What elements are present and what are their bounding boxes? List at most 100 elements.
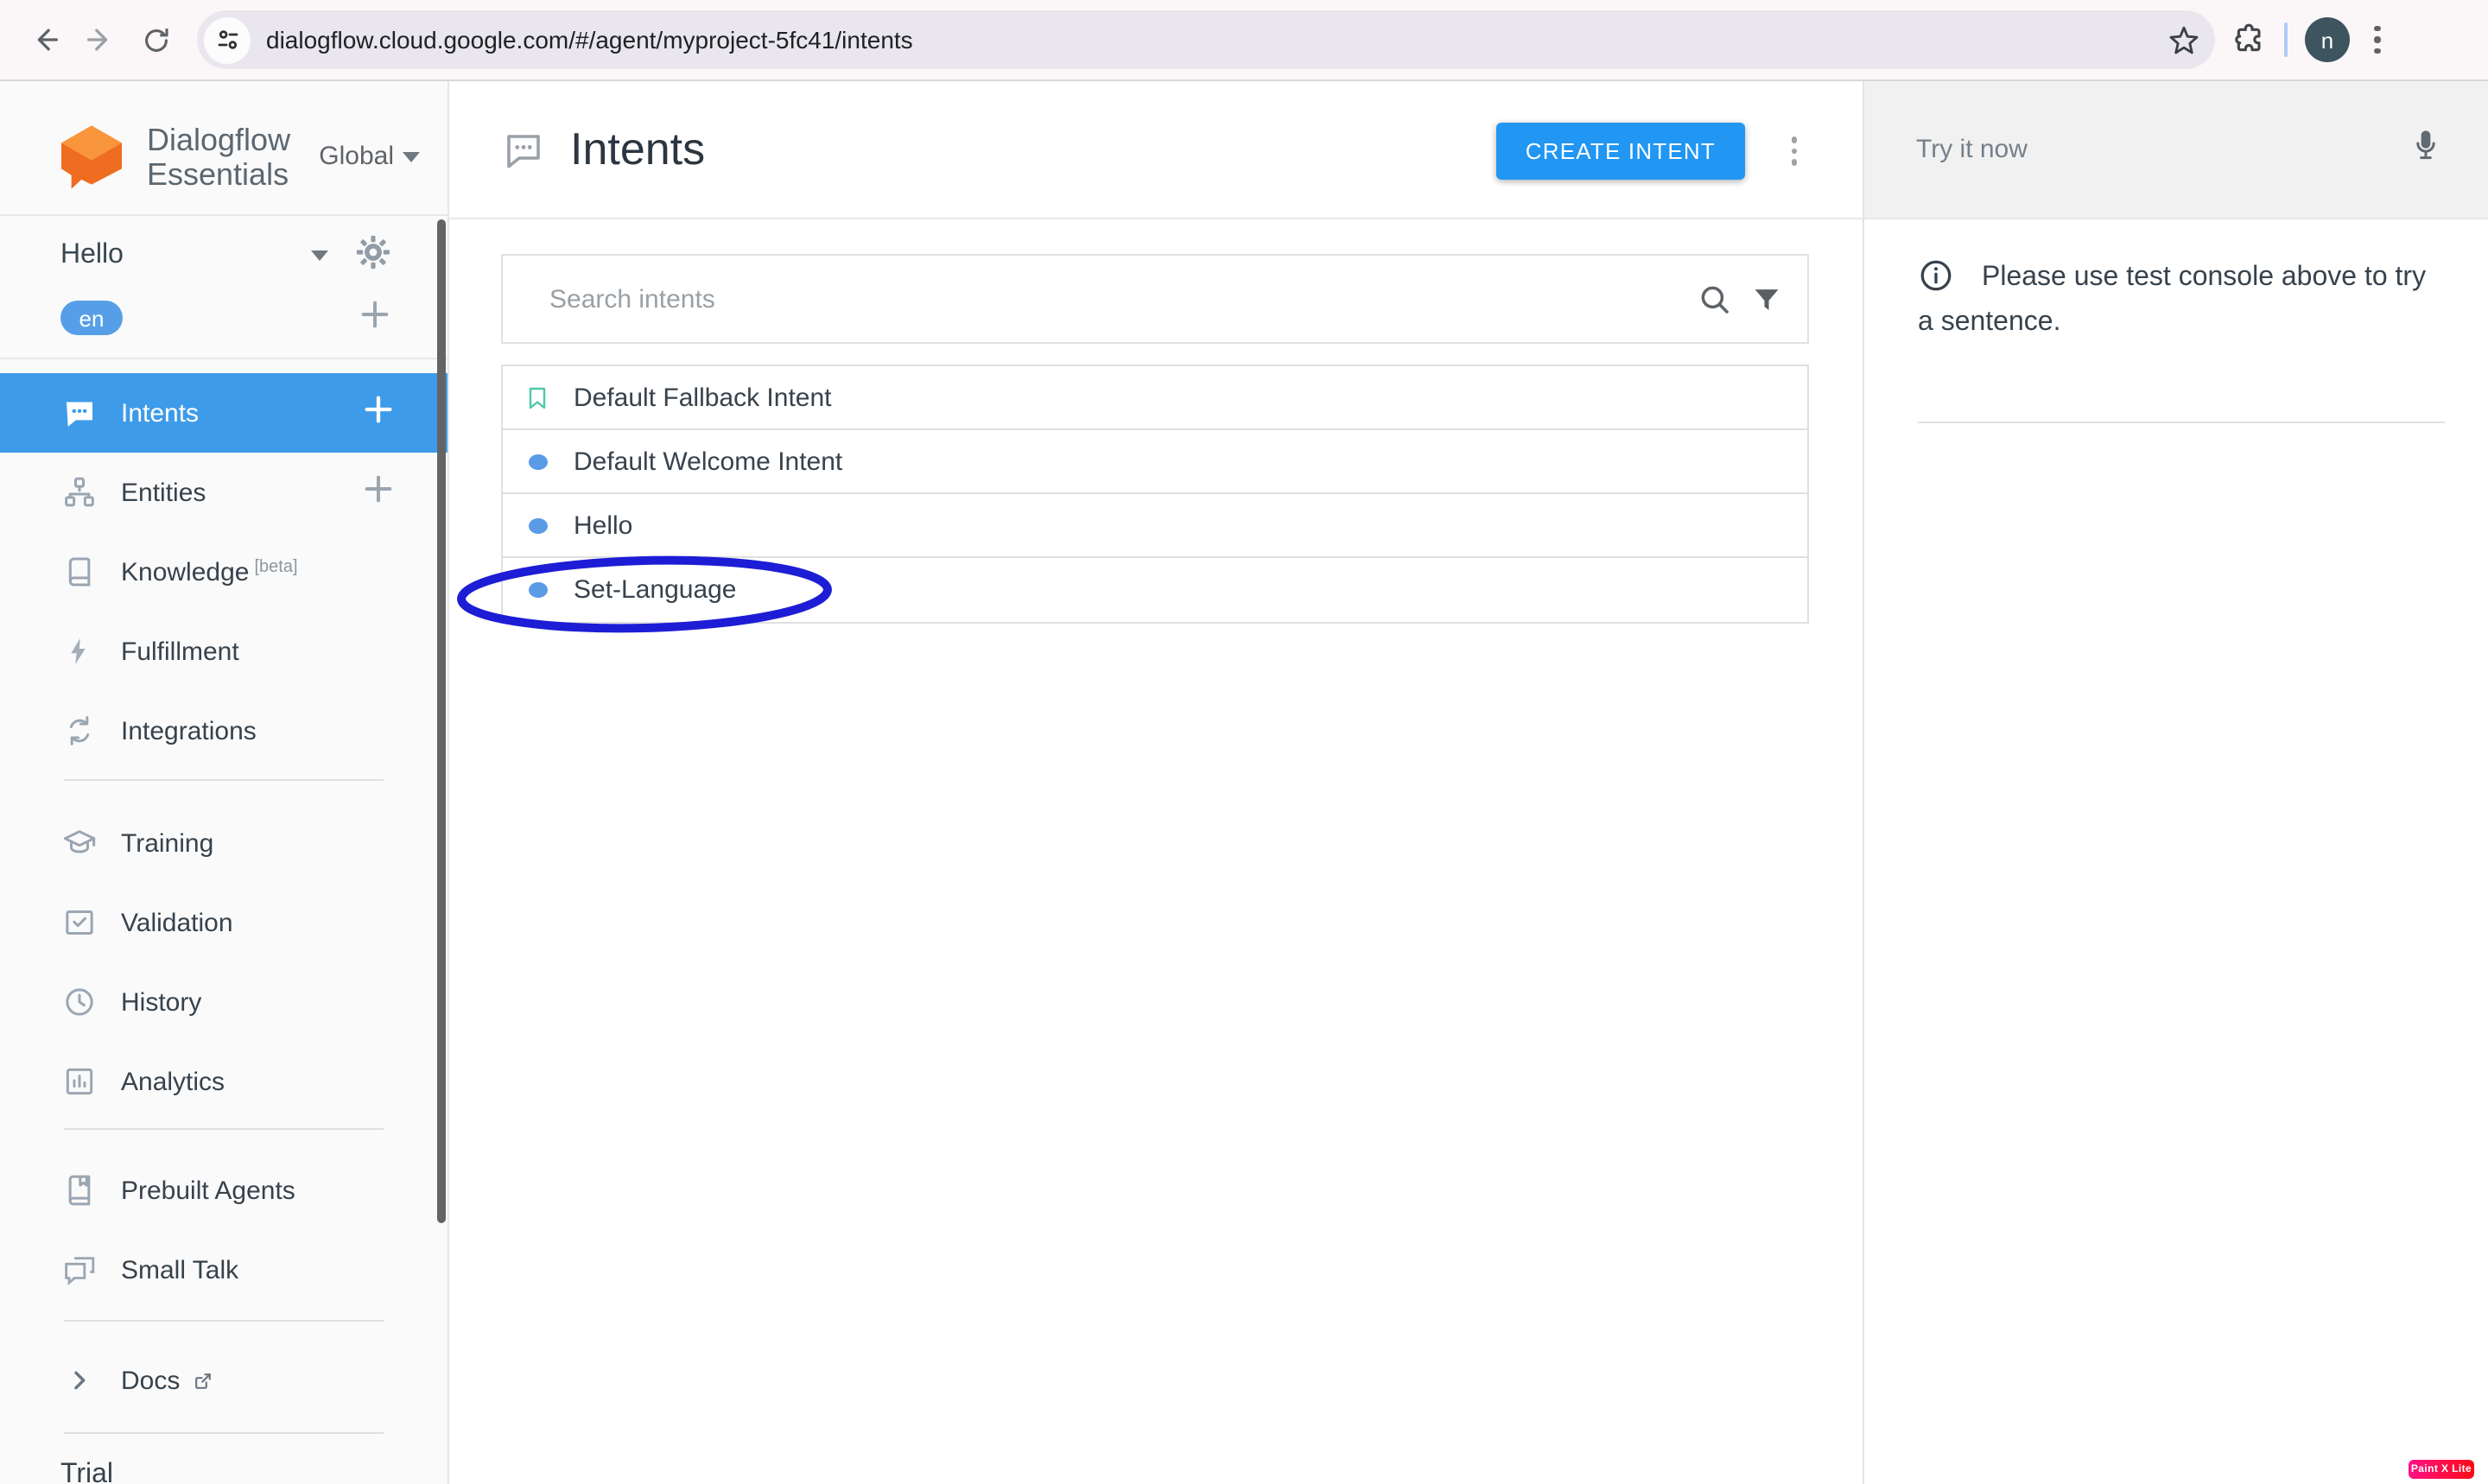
brand-name: Dialogflow Essentials [147, 122, 290, 191]
extensions-puzzle-icon [2232, 22, 2267, 57]
star-icon [2167, 22, 2201, 57]
sidebar-item-entities[interactable]: Entities [0, 453, 447, 532]
test-console-header: Try it now [1864, 81, 2488, 219]
try-it-now-input[interactable]: Try it now [1916, 135, 2028, 164]
sidebar-divider [64, 1432, 384, 1434]
reload-button[interactable] [128, 12, 183, 67]
main-content: Intents CREATE INTENT [449, 81, 1863, 1484]
intent-row[interactable]: Default Fallback Intent [503, 366, 1807, 430]
upgrade-link[interactable]: Upgrade [286, 1481, 385, 1484]
sidebar-item-history[interactable]: History [0, 962, 447, 1042]
forward-arrow-icon [83, 22, 117, 57]
page-title: Intents [570, 123, 705, 176]
sidebar-item-prebuilt-agents[interactable]: Prebuilt Agents [0, 1151, 447, 1230]
microphone-button[interactable] [2409, 124, 2443, 174]
history-clock-icon [62, 985, 97, 1019]
analytics-chart-icon [62, 1064, 97, 1099]
sidebar-item-integrations[interactable]: Integrations [0, 691, 447, 771]
info-message-text: Please use test console above to try a s… [1918, 263, 2426, 337]
entities-hierarchy-icon [62, 475, 97, 510]
beta-tag: [beta] [254, 557, 297, 576]
sidebar-item-analytics[interactable]: Analytics [0, 1042, 447, 1121]
chevron-right-icon [62, 1363, 97, 1398]
paint-x-lite-watermark: Paint X Lite [2409, 1460, 2474, 1479]
bookmark-star-button[interactable] [2167, 22, 2201, 57]
training-cap-icon [62, 826, 97, 860]
sidebar-header: Dialogflow Essentials Global [0, 81, 447, 216]
intent-name: Default Welcome Intent [574, 447, 842, 476]
add-entity-button[interactable] [361, 472, 396, 513]
sidebar-item-knowledge[interactable]: Knowledge[beta] [0, 532, 447, 612]
plan-footer: Trial Free Upgrade [0, 1443, 447, 1484]
search-icon [1697, 281, 1733, 317]
dialogflow-logo-icon [57, 122, 126, 191]
sidebar-item-intents[interactable]: Intents [0, 373, 447, 453]
sidebar-item-label: Training [121, 828, 213, 858]
agent-block: Hello [0, 216, 447, 359]
intents-body: Default Fallback Intent Default Welcome … [449, 219, 1863, 1484]
region-selector[interactable]: Global [319, 142, 420, 171]
sidebar-item-training[interactable]: Training [0, 803, 447, 883]
main-header: Intents CREATE INTENT [449, 81, 1863, 219]
address-bar[interactable]: dialogflow.cloud.google.com/#/agent/mypr… [197, 10, 2215, 69]
sidebar-item-validation[interactable]: Validation [0, 883, 447, 962]
sidebar-item-label: Intents [121, 398, 199, 428]
sidebar-item-label: Fulfillment [121, 637, 239, 666]
sidebar-divider [64, 1128, 384, 1130]
test-console-panel: Try it now Please use test console above… [1863, 81, 2488, 1484]
brand-line2: Essentials [147, 156, 290, 191]
url-text[interactable]: dialogflow.cloud.google.com/#/agent/mypr… [266, 26, 2167, 54]
intent-name: Default Fallback Intent [574, 383, 832, 412]
toolbar-right-cluster: n [2232, 17, 2387, 62]
intent-dot-icon [528, 453, 547, 469]
profile-avatar[interactable]: n [2305, 17, 2350, 62]
search-input[interactable] [546, 282, 1697, 315]
extensions-button[interactable] [2232, 22, 2267, 57]
site-settings-button[interactable] [204, 16, 251, 63]
intent-dot-icon [528, 517, 547, 533]
sidebar-scrollbar[interactable] [437, 219, 446, 1223]
browser-toolbar: dialogflow.cloud.google.com/#/agent/mypr… [0, 0, 2488, 79]
browser-menu-button[interactable] [2367, 19, 2387, 61]
screenshot-stage: dialogflow.cloud.google.com/#/agent/mypr… [0, 0, 2488, 1484]
panel-divider [1918, 422, 2445, 423]
intent-row[interactable]: Set-Language [503, 558, 1807, 622]
intent-row[interactable]: Hello [503, 494, 1807, 558]
agent-name[interactable]: Hello [60, 240, 124, 271]
intents-options-button[interactable] [1784, 130, 1804, 172]
plan-tier-label: Trial [60, 1460, 114, 1484]
back-button[interactable] [17, 12, 73, 67]
filter-funnel-icon [1750, 282, 1783, 315]
create-intent-button[interactable]: CREATE INTENT [1496, 123, 1745, 180]
search-button[interactable] [1697, 281, 1733, 317]
sidebar-item-label: Docs [121, 1366, 180, 1395]
small-talk-bubbles-icon [62, 1253, 97, 1287]
filter-button[interactable] [1750, 282, 1783, 315]
agent-settings-button[interactable] [354, 232, 392, 279]
sidebar-item-small-talk[interactable]: Small Talk [0, 1230, 447, 1310]
agent-dropdown-icon[interactable] [311, 251, 328, 261]
plus-icon [358, 296, 392, 331]
add-language-button[interactable] [358, 296, 392, 339]
info-icon [1918, 257, 1954, 304]
intent-row[interactable]: Default Welcome Intent [503, 430, 1807, 494]
intent-list: Default Fallback Intent Default Welcome … [501, 365, 1809, 624]
browser-window: dialogflow.cloud.google.com/#/agent/mypr… [0, 0, 2488, 1484]
sidebar-divider [64, 1320, 384, 1322]
reload-icon [139, 23, 172, 56]
sidebar-item-fulfillment[interactable]: Fulfillment [0, 612, 447, 691]
add-intent-button[interactable] [361, 392, 396, 434]
sidebar-item-label: Small Talk [121, 1255, 238, 1284]
info-message: Please use test console above to try a s… [1918, 257, 2445, 340]
microphone-icon [2409, 124, 2443, 166]
intents-chat-icon [62, 396, 97, 430]
forward-button[interactable] [73, 12, 128, 67]
plus-icon [361, 392, 396, 427]
sidebar-item-docs[interactable]: Docs [0, 1341, 447, 1420]
integrations-sync-icon [62, 713, 97, 748]
toolbar-separator [2284, 22, 2288, 57]
intent-dot-icon [528, 582, 547, 598]
language-badge[interactable]: en [60, 301, 123, 335]
sidebar-item-label: Integrations [121, 716, 257, 745]
sidebar-divider [64, 779, 384, 781]
